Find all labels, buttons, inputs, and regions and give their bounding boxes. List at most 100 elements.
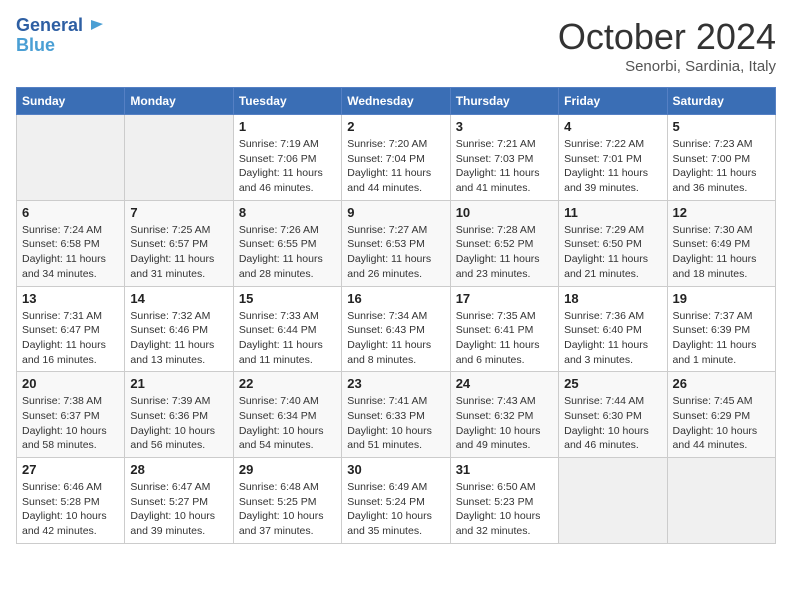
day-number: 11 [564, 205, 661, 220]
day-number: 3 [456, 119, 553, 134]
day-info: Sunrise: 7:28 AMSunset: 6:52 PMDaylight:… [456, 223, 553, 282]
day-number: 21 [130, 376, 227, 391]
day-info: Sunrise: 7:26 AMSunset: 6:55 PMDaylight:… [239, 223, 336, 282]
day-number: 9 [347, 205, 444, 220]
day-number: 27 [22, 462, 119, 477]
calendar-cell: 5 Sunrise: 7:23 AMSunset: 7:00 PMDaylight… [667, 115, 775, 201]
calendar-cell: 6 Sunrise: 7:24 AMSunset: 6:58 PMDaylight… [17, 200, 125, 286]
calendar-cell: 29 Sunrise: 6:48 AMSunset: 5:25 PMDayligh… [233, 458, 341, 544]
calendar-cell [125, 115, 233, 201]
day-number: 19 [673, 291, 770, 306]
page-header: General Blue October 2024 Senorbi, Sardi… [16, 16, 776, 75]
calendar-cell: 8 Sunrise: 7:26 AMSunset: 6:55 PMDaylight… [233, 200, 341, 286]
day-number: 8 [239, 205, 336, 220]
day-number: 18 [564, 291, 661, 306]
day-info: Sunrise: 6:47 AMSunset: 5:27 PMDaylight:… [130, 480, 227, 539]
day-info: Sunrise: 7:24 AMSunset: 6:58 PMDaylight:… [22, 223, 119, 282]
day-number: 15 [239, 291, 336, 306]
day-info: Sunrise: 7:36 AMSunset: 6:40 PMDaylight:… [564, 309, 661, 368]
calendar-body: 1 Sunrise: 7:19 AMSunset: 7:06 PMDaylight… [17, 115, 776, 544]
day-info: Sunrise: 7:37 AMSunset: 6:39 PMDaylight:… [673, 309, 770, 368]
calendar-cell: 31Sunrise: 6:50 AMSunset: 5:23 PMDayligh… [450, 458, 558, 544]
calendar-cell: 16 Sunrise: 7:34 AMSunset: 6:43 PMDayligh… [342, 286, 450, 372]
day-info: Sunrise: 6:49 AMSunset: 5:24 PMDaylight:… [347, 480, 444, 539]
day-number: 16 [347, 291, 444, 306]
day-info: Sunrise: 7:45 AMSunset: 6:29 PMDaylight:… [673, 394, 770, 453]
calendar-cell: 11 Sunrise: 7:29 AMSunset: 6:50 PMDayligh… [559, 200, 667, 286]
weekday-header-monday: Monday [125, 88, 233, 115]
day-number: 1 [239, 119, 336, 134]
calendar-cell: 10 Sunrise: 7:28 AMSunset: 6:52 PMDayligh… [450, 200, 558, 286]
calendar-cell: 4Sunrise: 7:22 AMSunset: 7:01 PMDaylight… [559, 115, 667, 201]
calendar-table: SundayMondayTuesdayWednesdayThursdayFrid… [16, 87, 776, 544]
calendar-cell: 12Sunrise: 7:30 AMSunset: 6:49 PMDayligh… [667, 200, 775, 286]
month-title: October 2024 [558, 16, 776, 58]
day-number: 23 [347, 376, 444, 391]
weekday-header-wednesday: Wednesday [342, 88, 450, 115]
weekday-header-tuesday: Tuesday [233, 88, 341, 115]
calendar-cell: 22Sunrise: 7:40 AMSunset: 6:34 PMDayligh… [233, 372, 341, 458]
logo: General Blue [16, 16, 103, 56]
calendar-cell: 14 Sunrise: 7:32 AMSunset: 6:46 PMDayligh… [125, 286, 233, 372]
weekday-header-sunday: Sunday [17, 88, 125, 115]
day-number: 2 [347, 119, 444, 134]
day-info: Sunrise: 7:23 AMSunset: 7:00 PMDaylight:… [673, 137, 770, 196]
day-number: 20 [22, 376, 119, 391]
day-number: 12 [673, 205, 770, 220]
day-info: Sunrise: 7:20 AMSunset: 7:04 PMDaylight:… [347, 137, 444, 196]
calendar-week-row: 6 Sunrise: 7:24 AMSunset: 6:58 PMDaylight… [17, 200, 776, 286]
day-number: 4 [564, 119, 661, 134]
calendar-cell [667, 458, 775, 544]
weekday-header-row: SundayMondayTuesdayWednesdayThursdayFrid… [17, 88, 776, 115]
calendar-cell: 18 Sunrise: 7:36 AMSunset: 6:40 PMDayligh… [559, 286, 667, 372]
day-number: 29 [239, 462, 336, 477]
day-info: Sunrise: 7:19 AMSunset: 7:06 PMDaylight:… [239, 137, 336, 196]
day-number: 26 [673, 376, 770, 391]
day-info: Sunrise: 7:32 AMSunset: 6:46 PMDaylight:… [130, 309, 227, 368]
day-info: Sunrise: 7:40 AMSunset: 6:34 PMDaylight:… [239, 394, 336, 453]
day-number: 25 [564, 376, 661, 391]
day-info: Sunrise: 7:44 AMSunset: 6:30 PMDaylight:… [564, 394, 661, 453]
day-number: 31 [456, 462, 553, 477]
day-info: Sunrise: 6:46 AMSunset: 5:28 PMDaylight:… [22, 480, 119, 539]
calendar-cell: 7 Sunrise: 7:25 AMSunset: 6:57 PMDaylight… [125, 200, 233, 286]
calendar-cell: 25 Sunrise: 7:44 AMSunset: 6:30 PMDayligh… [559, 372, 667, 458]
weekday-header-thursday: Thursday [450, 88, 558, 115]
calendar-week-row: 27 Sunrise: 6:46 AMSunset: 5:28 PMDayligh… [17, 458, 776, 544]
day-number: 30 [347, 462, 444, 477]
calendar-cell [559, 458, 667, 544]
day-info: Sunrise: 7:34 AMSunset: 6:43 PMDaylight:… [347, 309, 444, 368]
logo-text-blue: Blue [16, 35, 55, 55]
day-number: 24 [456, 376, 553, 391]
day-number: 14 [130, 291, 227, 306]
day-number: 10 [456, 205, 553, 220]
calendar-cell: 26 Sunrise: 7:45 AMSunset: 6:29 PMDayligh… [667, 372, 775, 458]
calendar-cell: 19 Sunrise: 7:37 AMSunset: 6:39 PMDayligh… [667, 286, 775, 372]
day-info: Sunrise: 7:25 AMSunset: 6:57 PMDaylight:… [130, 223, 227, 282]
day-number: 7 [130, 205, 227, 220]
day-info: Sunrise: 7:43 AMSunset: 6:32 PMDaylight:… [456, 394, 553, 453]
calendar-week-row: 20Sunrise: 7:38 AMSunset: 6:37 PMDayligh… [17, 372, 776, 458]
day-info: Sunrise: 7:41 AMSunset: 6:33 PMDaylight:… [347, 394, 444, 453]
weekday-header-friday: Friday [559, 88, 667, 115]
day-info: Sunrise: 7:29 AMSunset: 6:50 PMDaylight:… [564, 223, 661, 282]
calendar-cell: 28Sunrise: 6:47 AMSunset: 5:27 PMDayligh… [125, 458, 233, 544]
day-number: 6 [22, 205, 119, 220]
location: Senorbi, Sardinia, Italy [558, 58, 776, 75]
calendar-cell: 13Sunrise: 7:31 AMSunset: 6:47 PMDayligh… [17, 286, 125, 372]
calendar-week-row: 1 Sunrise: 7:19 AMSunset: 7:06 PMDaylight… [17, 115, 776, 201]
day-number: 17 [456, 291, 553, 306]
day-number: 5 [673, 119, 770, 134]
day-info: Sunrise: 6:48 AMSunset: 5:25 PMDaylight:… [239, 480, 336, 539]
calendar-week-row: 13Sunrise: 7:31 AMSunset: 6:47 PMDayligh… [17, 286, 776, 372]
calendar-cell: 23 Sunrise: 7:41 AMSunset: 6:33 PMDayligh… [342, 372, 450, 458]
calendar-cell: 1 Sunrise: 7:19 AMSunset: 7:06 PMDaylight… [233, 115, 341, 201]
calendar-cell: 20Sunrise: 7:38 AMSunset: 6:37 PMDayligh… [17, 372, 125, 458]
calendar-cell: 17Sunrise: 7:35 AMSunset: 6:41 PMDayligh… [450, 286, 558, 372]
calendar-cell: 3Sunrise: 7:21 AMSunset: 7:03 PMDaylight… [450, 115, 558, 201]
logo-text-general: General [16, 16, 83, 36]
day-info: Sunrise: 7:31 AMSunset: 6:47 PMDaylight:… [22, 309, 119, 368]
day-info: Sunrise: 7:27 AMSunset: 6:53 PMDaylight:… [347, 223, 444, 282]
calendar-cell: 24 Sunrise: 7:43 AMSunset: 6:32 PMDayligh… [450, 372, 558, 458]
calendar-cell [17, 115, 125, 201]
